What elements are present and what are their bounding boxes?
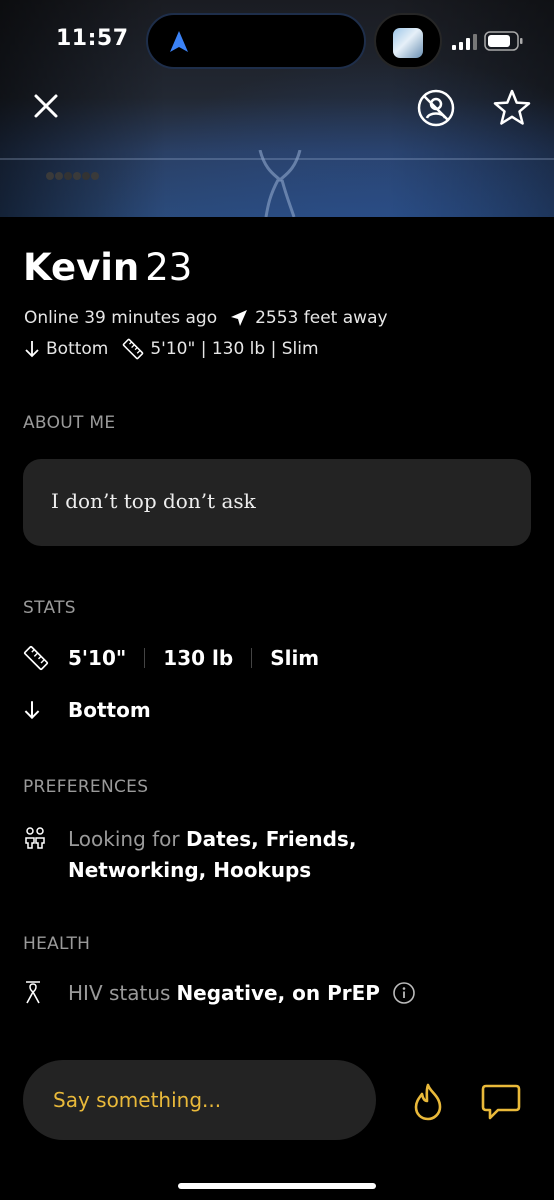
- battery-icon: [484, 31, 523, 51]
- tap-button[interactable]: [408, 1082, 448, 1122]
- about-title: ABOUT ME: [23, 413, 116, 433]
- health-row: HIV status Negative, on PrEP: [23, 981, 416, 1005]
- people-icon: [25, 827, 45, 849]
- live-activity-pill[interactable]: [374, 13, 442, 69]
- arrow-down-icon: [25, 341, 39, 358]
- profile-name-age: Kevin 23: [23, 246, 192, 289]
- close-button[interactable]: [28, 88, 64, 124]
- status-bar: 11:57: [0, 0, 554, 84]
- bracelet-graphic: [46, 172, 99, 180]
- preferences-label: Looking for: [68, 827, 180, 851]
- block-button[interactable]: [416, 88, 456, 128]
- online-status: Online 39 minutes ago: [24, 308, 218, 328]
- ruler-icon: [123, 338, 144, 360]
- online-distance-row: Online 39 minutes ago 2553 feet away: [24, 308, 388, 328]
- info-icon[interactable]: [392, 981, 416, 1005]
- chat-icon: [481, 1084, 521, 1120]
- ribbon-icon: [26, 981, 40, 1004]
- favorite-button[interactable]: [492, 88, 532, 128]
- close-icon: [34, 94, 58, 118]
- body-summary-row: Bottom 5'10" | 130 lb | Slim: [24, 338, 319, 360]
- divider: [251, 648, 253, 668]
- health-value: Negative, on PrEP: [176, 981, 380, 1005]
- position-summary: Bottom: [46, 339, 109, 359]
- body-summary: 5'10" | 130 lb | Slim: [150, 339, 319, 359]
- stats-height: 5'10": [68, 646, 127, 670]
- arrow-down-icon: [24, 701, 40, 720]
- profile-age: 23: [145, 246, 193, 289]
- status-time: 11:57: [56, 26, 129, 51]
- stats-body-type: Slim: [270, 646, 320, 670]
- profile-name: Kevin: [23, 246, 140, 289]
- star-icon: [493, 89, 531, 125]
- ruler-icon: [23, 645, 49, 671]
- stats-title: STATS: [23, 598, 76, 618]
- message-input[interactable]: Say something...: [23, 1060, 376, 1140]
- divider: [144, 648, 146, 668]
- block-icon: [417, 89, 455, 127]
- navigation-arrow-icon: [170, 31, 188, 52]
- stats-body-row: 5'10" 130 lb Slim: [23, 645, 319, 671]
- location-arrow-icon: [231, 310, 248, 326]
- signal-icon: [452, 34, 477, 50]
- chat-button[interactable]: [480, 1082, 522, 1122]
- about-text: I don’t top don’t ask: [23, 459, 531, 546]
- distance: 2553 feet away: [255, 308, 388, 328]
- health-title: HEALTH: [23, 934, 91, 954]
- stats-weight: 130 lb: [163, 646, 234, 670]
- health-label: HIV status: [68, 981, 171, 1005]
- home-indicator: [178, 1183, 376, 1189]
- flame-icon: [414, 1083, 442, 1121]
- preferences-title: PREFERENCES: [23, 777, 149, 797]
- stats-position: Bottom: [68, 698, 151, 722]
- live-activity-thumbnail: [393, 28, 423, 58]
- drawstring-graphic: [258, 150, 302, 217]
- stats-position-row: Bottom: [23, 698, 151, 722]
- preferences-row: Looking for Dates, Friends, Networking, …: [68, 824, 488, 886]
- dynamic-island[interactable]: [146, 13, 366, 69]
